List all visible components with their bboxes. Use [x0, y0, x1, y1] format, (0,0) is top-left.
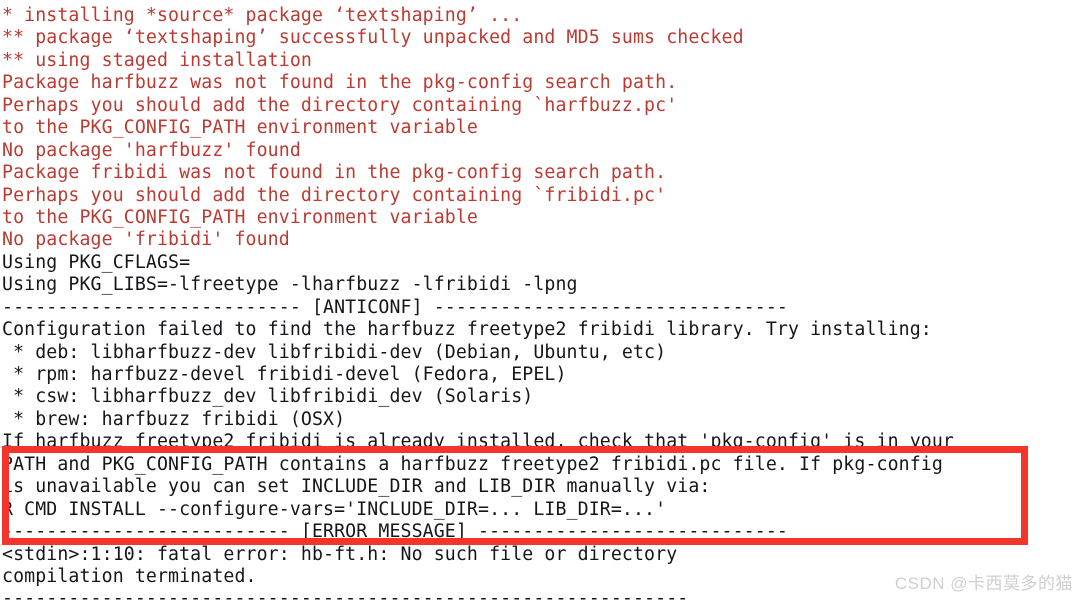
console-line: * rpm: harfbuzz-devel fribidi-devel (Fed…	[2, 364, 567, 385]
console-line: ** using staged installation	[2, 49, 312, 71]
console-line: Using PKG_CFLAGS=	[2, 251, 191, 273]
console-line: is unavailable you can set INCLUDE_DIR a…	[2, 476, 711, 498]
console-line: Using PKG_LIBS=-lfreetype -lharfbuzz -lf…	[2, 274, 578, 296]
console-line: No package 'fribidi' found	[2, 229, 290, 251]
console-line: -------------------------- [ERROR MESSAG…	[2, 521, 788, 543]
console-line: If harfbuzz freetype2 fribidi is already…	[2, 431, 955, 453]
console-line: * deb: libharfbuzz-dev libfribidi-dev (D…	[2, 341, 667, 363]
console-line: PATH and PKG_CONFIG_PATH contains a harf…	[2, 453, 943, 475]
console-line: Package fribidi was not found in the pkg…	[2, 162, 667, 184]
console-line-list: * installing *source* package ‘textshapi…	[0, 5, 1086, 611]
console-line: to the PKG_CONFIG_PATH environment varia…	[2, 206, 479, 228]
console-line: * csw: libharfbuzz_dev libfribidi_dev (S…	[2, 386, 534, 408]
console-line: Configuration failed to find the harfbuz…	[2, 319, 932, 341]
terminal-output-pane: * installing *source* package ‘textshapi…	[0, 0, 1086, 616]
console-line: * installing *source* package ‘textshapi…	[2, 5, 523, 26]
console-line: R CMD INSTALL --configure-vars='INCLUDE_…	[2, 498, 667, 520]
console-line: Package harfbuzz was not found in the pk…	[2, 72, 678, 94]
console-line: ** package ‘textshaping’ successfully un…	[2, 27, 744, 49]
csdn-watermark: CSDN @卡西莫多的猫	[894, 574, 1073, 593]
console-line: --------------------------- [ANTICONF] -…	[2, 296, 788, 318]
console-line: No package 'harfbuzz' found	[2, 139, 301, 161]
console-line: Perhaps you should add the directory con…	[2, 94, 678, 116]
console-line: * brew: harfbuzz fribidi (OSX)	[2, 408, 346, 430]
console-line: <stdin>:1:10: fatal error: hb-ft.h: No s…	[2, 543, 678, 565]
console-line: to the PKG_CONFIG_PATH environment varia…	[2, 117, 479, 139]
console-line: Perhaps you should add the directory con…	[2, 184, 667, 206]
